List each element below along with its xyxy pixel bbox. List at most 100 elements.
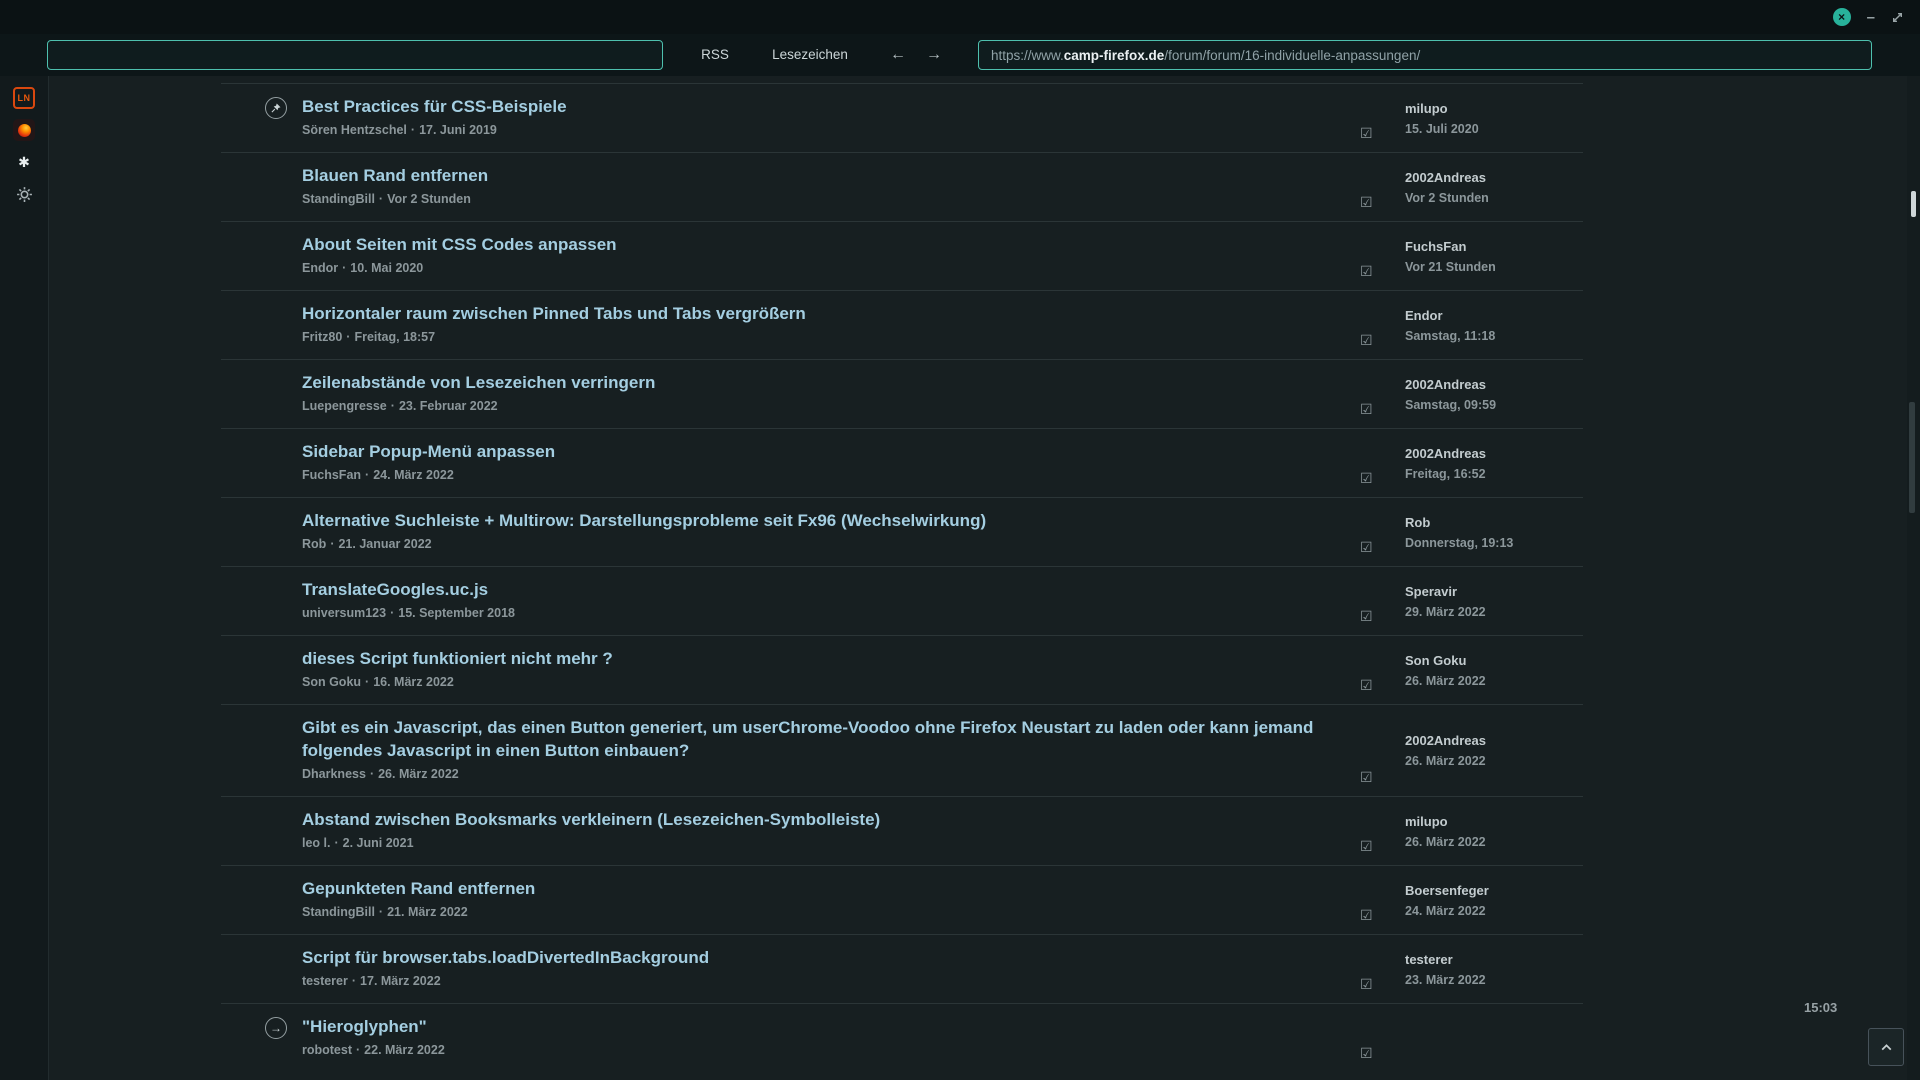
thread-row: Gepunkteten Rand entfernen StandingBill·… — [221, 865, 1583, 934]
last-post-date-link[interactable]: Samstag, 09:59 — [1405, 397, 1579, 413]
thread-author-link[interactable]: Luepengresse — [302, 399, 387, 413]
window-controls: × – — [1833, 0, 1904, 34]
back-arrow-icon: ← — [890, 46, 906, 63]
window-minimize-button[interactable]: – — [1867, 9, 1875, 26]
mark-read-checkbox[interactable]: ☑ — [1351, 540, 1405, 566]
thread-byline: Fritz80·Freitag, 18:57 — [302, 329, 1325, 346]
mark-read-checkbox[interactable]: ☑ — [1351, 678, 1405, 704]
thread-start-date: 17. Juni 2019 — [419, 123, 497, 137]
thread-author-link[interactable]: Endor — [302, 261, 338, 275]
thread-author-link[interactable]: Fritz80 — [302, 330, 342, 344]
thread-main-cell: Gibt es ein Javascript, das einen Button… — [302, 705, 1351, 796]
last-post-date-link[interactable]: 24. März 2022 — [1405, 903, 1579, 919]
last-post-date-link[interactable]: Freitag, 16:52 — [1405, 466, 1579, 482]
last-post-user-link[interactable]: milupo — [1405, 100, 1579, 117]
mark-read-checkbox[interactable]: ☑ — [1351, 977, 1405, 1003]
last-post-date-link[interactable]: 26. März 2022 — [1405, 753, 1579, 769]
thread-author-link[interactable]: universum123 — [302, 606, 386, 620]
thread-title-link[interactable]: Blauen Rand entfernen — [302, 164, 1325, 187]
mark-read-checkbox[interactable]: ☑ — [1351, 471, 1405, 497]
thread-title-link[interactable]: Gibt es ein Javascript, das einen Button… — [302, 716, 1325, 762]
thread-title-link[interactable]: Abstand zwischen Booksmarks verkleinern … — [302, 808, 1325, 831]
thread-main-cell: Sidebar Popup-Menü anpassen FuchsFan·24.… — [302, 429, 1351, 497]
thread-title-link[interactable]: About Seiten mit CSS Codes anpassen — [302, 233, 1325, 256]
last-post-user-link[interactable]: testerer — [1405, 951, 1579, 968]
thread-title-link[interactable]: Alternative Suchleiste + Multirow: Darst… — [302, 509, 1325, 532]
thread-title-link[interactable]: Script für browser.tabs.loadDivertedInBa… — [302, 946, 1325, 969]
last-post-date-link[interactable]: Samstag, 11:18 — [1405, 328, 1579, 344]
last-post-user-link[interactable]: FuchsFan — [1405, 238, 1579, 255]
last-post-user-link[interactable]: Endor — [1405, 307, 1579, 324]
last-post-user-link[interactable]: 2002Andreas — [1405, 732, 1579, 749]
thread-row: Script für browser.tabs.loadDivertedInBa… — [221, 934, 1583, 1003]
mark-read-checkbox[interactable]: ☑ — [1351, 333, 1405, 359]
thread-author-link[interactable]: Son Goku — [302, 675, 361, 689]
thread-title-link[interactable]: dieses Script funktioniert nicht mehr ? — [302, 647, 1325, 670]
last-post-user-link[interactable]: Rob — [1405, 514, 1579, 531]
thread-author-link[interactable]: Sören Hentzschel — [302, 123, 407, 137]
thread-title-link[interactable]: "Hieroglyphen" — [302, 1015, 1325, 1038]
mark-read-checkbox[interactable]: ☑ — [1351, 402, 1405, 428]
rss-button[interactable]: RSS — [690, 40, 740, 70]
scrollbar-track[interactable] — [1907, 76, 1920, 1080]
last-post-date-link[interactable]: Vor 21 Stunden — [1405, 259, 1579, 275]
scrollbar-thumb[interactable] — [1911, 191, 1916, 217]
mark-read-checkbox[interactable]: ☑ — [1351, 770, 1405, 796]
thread-status-cell — [221, 636, 302, 704]
thread-author-link[interactable]: Dharkness — [302, 767, 366, 781]
url-bar[interactable]: https://www.camp-firefox.de/forum/forum/… — [978, 40, 1872, 70]
last-post-date-link[interactable]: 26. März 2022 — [1405, 834, 1579, 850]
sidebar-item-ln-badge[interactable]: LN — [13, 87, 35, 109]
thread-author-link[interactable]: robotest — [302, 1043, 352, 1057]
sidebar-item-settings[interactable] — [13, 183, 35, 205]
window-close-button[interactable]: × — [1833, 8, 1851, 26]
sidebar-item-userchrome[interactable]: ✱ — [13, 151, 35, 173]
last-post-cell: Son Goku 26. März 2022 — [1405, 652, 1583, 689]
bookmarks-button[interactable]: Lesezeichen — [755, 40, 865, 70]
thread-author-link[interactable]: Rob — [302, 537, 326, 551]
mark-read-checkbox[interactable]: ☑ — [1351, 839, 1405, 865]
last-post-date-link[interactable]: 29. März 2022 — [1405, 604, 1579, 620]
last-post-user-link[interactable]: 2002Andreas — [1405, 169, 1579, 186]
gear-icon — [16, 186, 33, 203]
forward-button[interactable]: → — [920, 40, 948, 70]
thread-main-cell: Gepunkteten Rand entfernen StandingBill·… — [302, 866, 1351, 934]
thread-title-link[interactable]: Best Practices für CSS-Beispiele — [302, 95, 1325, 118]
sidebar-item-firefox[interactable] — [13, 119, 35, 141]
last-post-date-link[interactable]: 26. März 2022 — [1405, 673, 1579, 689]
last-post-user-link[interactable]: milupo — [1405, 813, 1579, 830]
last-post-date-link[interactable]: 15. Juli 2020 — [1405, 121, 1579, 137]
mark-read-checkbox[interactable]: ☑ — [1351, 1046, 1405, 1072]
quick-search-input[interactable] — [47, 40, 663, 70]
mark-read-checkbox[interactable]: ☑ — [1351, 264, 1405, 290]
last-post-user-link[interactable]: Boersenfeger — [1405, 882, 1579, 899]
mark-read-checkbox[interactable]: ☑ — [1351, 908, 1405, 934]
thread-author-link[interactable]: StandingBill — [302, 192, 375, 206]
last-post-user-link[interactable]: 2002Andreas — [1405, 376, 1579, 393]
thread-main-cell: Zeilenabstände von Lesezeichen verringer… — [302, 360, 1351, 428]
last-post-user-link[interactable]: Son Goku — [1405, 652, 1579, 669]
back-button[interactable]: ← — [884, 40, 912, 70]
thread-title-link[interactable]: Sidebar Popup-Menü anpassen — [302, 440, 1325, 463]
mark-read-checkbox[interactable]: ☑ — [1351, 126, 1405, 152]
left-icon-sidebar: LN ✱ — [0, 76, 49, 1080]
thread-title-link[interactable]: Zeilenabstände von Lesezeichen verringer… — [302, 371, 1325, 394]
mark-read-checkbox[interactable]: ☑ — [1351, 195, 1405, 221]
window-resize-button[interactable] — [1891, 11, 1904, 24]
mark-read-checkbox[interactable]: ☑ — [1351, 609, 1405, 635]
thread-author-link[interactable]: FuchsFan — [302, 468, 361, 482]
thread-author-link[interactable]: leo l. — [302, 836, 330, 850]
thread-title-link[interactable]: Horizontaler raum zwischen Pinned Tabs u… — [302, 302, 1325, 325]
thread-title-link[interactable]: Gepunkteten Rand entfernen — [302, 877, 1325, 900]
thread-start-date: Freitag, 18:57 — [354, 330, 435, 344]
last-post-user-link[interactable]: Speravir — [1405, 583, 1579, 600]
scroll-to-top-button[interactable] — [1868, 1028, 1904, 1066]
last-post-date-link[interactable]: 23. März 2022 — [1405, 972, 1579, 988]
thread-author-link[interactable]: testerer — [302, 974, 348, 988]
last-post-date-link[interactable]: Donnerstag, 19:13 — [1405, 535, 1579, 551]
thread-title-link[interactable]: TranslateGoogles.uc.js — [302, 578, 1325, 601]
thread-author-link[interactable]: StandingBill — [302, 905, 375, 919]
scrollbar-thumb-secondary[interactable] — [1909, 402, 1915, 513]
last-post-date-link[interactable]: Vor 2 Stunden — [1405, 190, 1579, 206]
last-post-user-link[interactable]: 2002Andreas — [1405, 445, 1579, 462]
